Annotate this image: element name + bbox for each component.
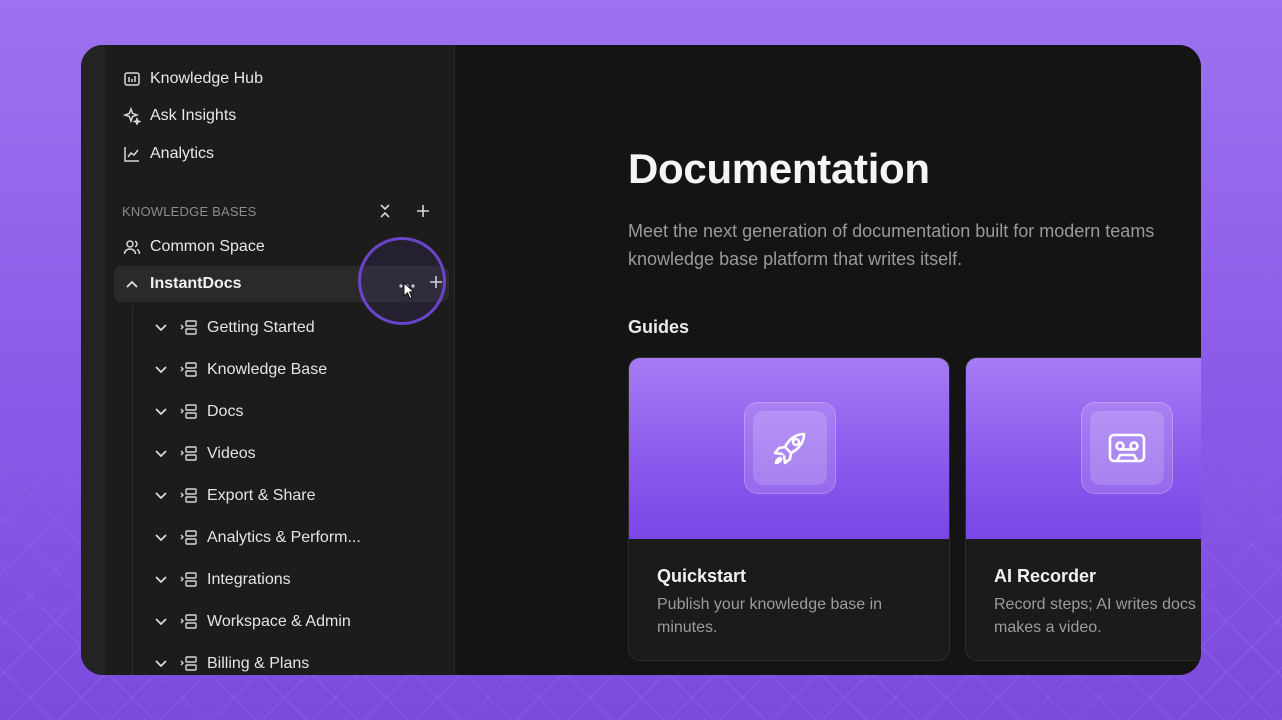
card-desc-line: makes a video. (994, 619, 1102, 636)
chevron-down-icon[interactable] (153, 492, 169, 500)
folder-tree-icon (179, 487, 199, 505)
nav-item-knowledge-hub[interactable]: Knowledge Hub (122, 63, 263, 95)
tree-item-label: Getting Started (207, 319, 315, 336)
card-description: Record steps; AI writes docs makes a vid… (994, 593, 1201, 639)
kb-item-common-space[interactable]: Common Space (122, 231, 265, 263)
intro-line: knowledge base platform that writes itse… (628, 249, 963, 269)
card-hero (966, 358, 1201, 539)
mouse-cursor-icon (403, 281, 416, 305)
chevron-up-icon[interactable] (123, 280, 141, 288)
add-knowledge-base-icon[interactable] (414, 201, 432, 221)
tree-item-label: Knowledge Base (207, 361, 328, 378)
tree-item-label: Export & Share (207, 487, 316, 504)
tree-item-label: Videos (207, 445, 256, 462)
card-desc-line: Record steps; AI writes docs (994, 596, 1196, 613)
guide-card-ai-recorder[interactable]: AI Recorder Record steps; AI writes docs… (965, 357, 1201, 661)
knowledge-bases-header: KNOWLEDGE BASES (122, 201, 432, 221)
folder-tree-icon (179, 319, 199, 337)
knowledge-hub-icon (122, 69, 142, 89)
recorder-icon (1090, 411, 1164, 485)
users-icon (122, 237, 142, 257)
folder-tree-icon (179, 403, 199, 421)
tree-item-label: Billing & Plans (207, 655, 310, 672)
tree-item-label: Docs (207, 403, 244, 420)
folder-tree-icon (179, 445, 199, 463)
nav-item-analytics[interactable]: Analytics (122, 138, 214, 170)
card-title: AI Recorder (994, 566, 1097, 586)
folder-tree-icon (179, 655, 199, 673)
guides-heading: Guides (628, 317, 690, 337)
tree-item-label: Analytics & Perform... (207, 529, 361, 546)
tree-item[interactable]: Export & Share (153, 481, 316, 511)
collapse-all-icon[interactable] (376, 201, 394, 221)
card-desc-line: minutes. (657, 619, 718, 636)
chevron-down-icon[interactable] (153, 534, 169, 542)
tree-item[interactable]: Knowledge Base (153, 355, 327, 385)
rocket-icon (753, 411, 827, 485)
folder-tree-icon (179, 613, 199, 631)
nav-label: Analytics (150, 145, 215, 162)
folder-tree-icon (179, 529, 199, 547)
section-title: KNOWLEDGE BASES (122, 203, 257, 219)
kb-label: InstantDocs (150, 275, 242, 292)
intro-line: Meet the next generation of documentatio… (628, 221, 1155, 241)
kb-label: Common Space (150, 238, 265, 255)
card-icon-frame (744, 402, 836, 494)
tree-item-label: Workspace & Admin (207, 613, 351, 630)
card-description: Publish your knowledge base in minutes. (657, 593, 927, 639)
main-content: Documentation Meet the next generation o… (454, 45, 1201, 675)
tree-item[interactable]: Getting Started (153, 313, 315, 343)
chevron-down-icon[interactable] (153, 324, 169, 332)
app-window: Knowledge Hub Ask Insights Analytics KNO… (81, 45, 1201, 675)
guide-card-quickstart[interactable]: Quickstart Publish your knowledge base i… (628, 357, 950, 661)
tree-item[interactable]: Billing & Plans (153, 649, 309, 675)
tree-guide-line (132, 305, 133, 675)
line-chart-icon (122, 144, 142, 164)
tree-item[interactable]: Analytics & Perform... (153, 523, 361, 553)
tree-item[interactable]: Docs (153, 397, 243, 427)
sparkle-icon (122, 106, 142, 126)
card-title: Quickstart (657, 566, 747, 586)
folder-tree-icon (179, 361, 199, 379)
chevron-down-icon[interactable] (153, 450, 169, 458)
card-hero (629, 358, 949, 539)
page-title: Documentation (628, 145, 930, 192)
card-desc-line: Publish your knowledge base in (657, 596, 883, 613)
nav-item-ask-insights[interactable]: Ask Insights (122, 100, 236, 132)
folder-tree-icon (179, 571, 199, 589)
tree-item[interactable]: Videos (153, 439, 256, 469)
chevron-down-icon[interactable] (153, 618, 169, 626)
nav-label: Knowledge Hub (150, 70, 263, 87)
chevron-down-icon[interactable] (153, 408, 169, 416)
sidebar: Knowledge Hub Ask Insights Analytics KNO… (81, 45, 473, 675)
chevron-down-icon[interactable] (153, 660, 169, 668)
card-icon-frame (1081, 402, 1173, 494)
highlight-ring (358, 237, 446, 325)
tree-item[interactable]: Integrations (153, 565, 291, 595)
nav-label: Ask Insights (150, 107, 237, 124)
intro-text: Meet the next generation of documentatio… (628, 217, 1201, 273)
tree-item[interactable]: Workspace & Admin (153, 607, 351, 637)
chevron-down-icon[interactable] (153, 366, 169, 374)
chevron-down-icon[interactable] (153, 576, 169, 584)
tree-item-label: Integrations (207, 571, 291, 588)
